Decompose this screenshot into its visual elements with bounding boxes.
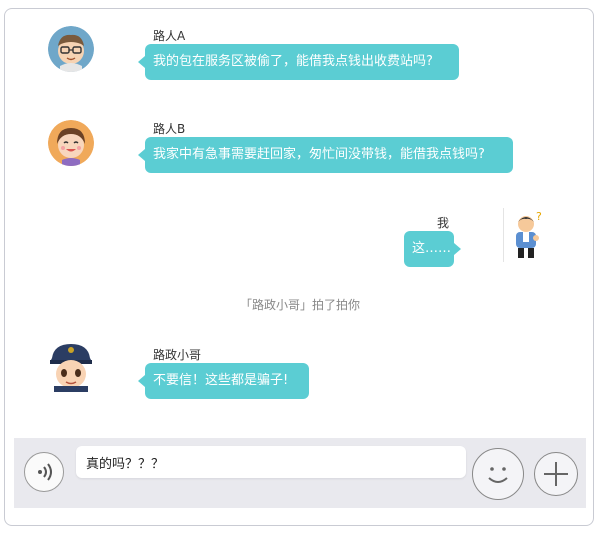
voice-icon [38, 463, 52, 481]
confused-man-icon[interactable]: ? [503, 208, 548, 262]
sender-name: 路人B [153, 122, 186, 136]
message-bubble[interactable]: 我家中有急事需要赶回家，匆忙间没带钱，能借我点钱吗? [138, 137, 513, 173]
sender-name: 路政小哥 [153, 348, 202, 362]
sender-name: 我 [437, 216, 450, 230]
message-bubble[interactable]: 不要信！这些都是骗子! [138, 363, 309, 399]
add-button[interactable] [534, 452, 578, 496]
svg-text:?: ? [536, 210, 542, 223]
old-man-with-glasses-icon[interactable] [48, 26, 94, 72]
plus-icon [544, 462, 568, 486]
message-input[interactable] [76, 446, 466, 478]
voice-input-button[interactable] [24, 452, 64, 492]
nudge-notice: 「路政小哥」拍了拍你 [239, 298, 360, 312]
sender-name: 路人A [153, 29, 186, 43]
message-bubble[interactable]: 我的包在服务区被偷了，能借我点钱出收费站吗? [138, 44, 459, 80]
smiling-woman-icon[interactable] [48, 120, 94, 166]
emoji-button[interactable] [472, 448, 524, 500]
officer-boy-icon[interactable] [46, 342, 96, 392]
message-bubble[interactable]: 这…… [404, 231, 461, 267]
smiley-icon [488, 467, 508, 483]
input-bar [14, 438, 586, 508]
